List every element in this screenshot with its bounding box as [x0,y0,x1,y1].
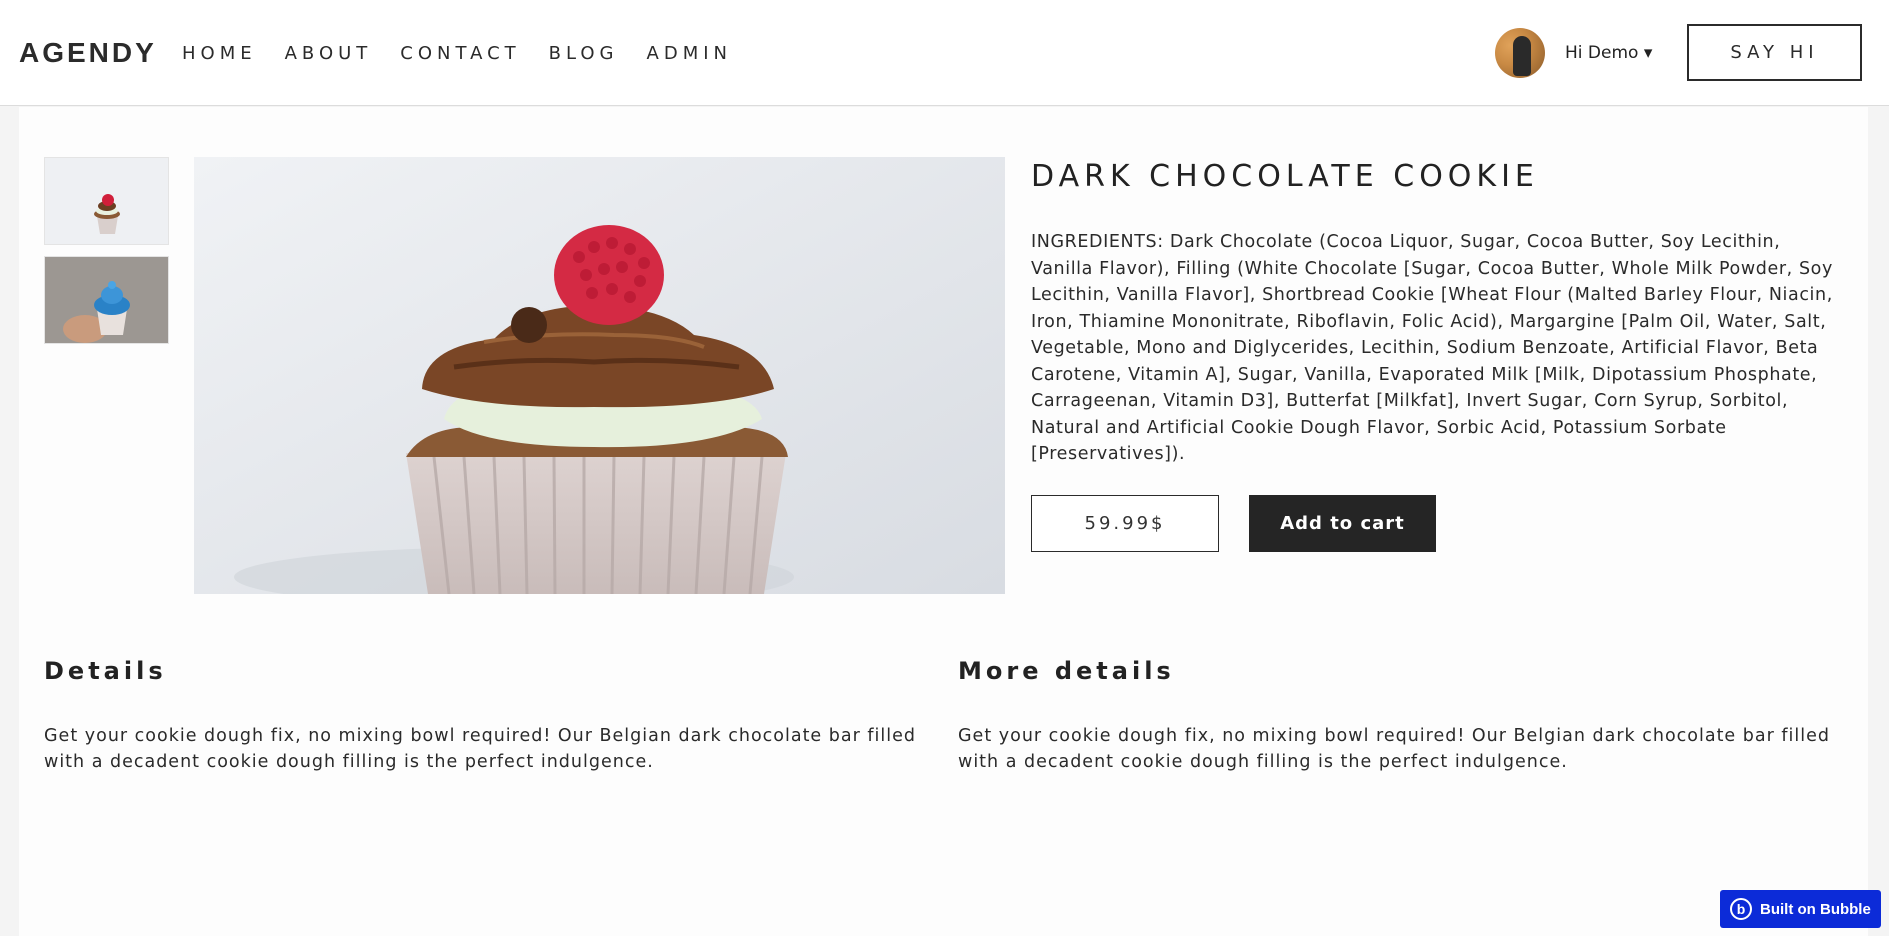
details-heading: Details [44,657,167,685]
nav-item-home[interactable]: HOME [182,43,257,64]
nav-item-blog[interactable]: BLOG [549,43,619,64]
cupcake-thumbnail-image [45,158,168,244]
main-nav: HOME ABOUT CONTACT BLOG ADMIN [182,43,760,64]
product-title: DARK CHOCOLATE COOKIE [1031,159,1539,194]
more-details-heading: More details [958,657,1175,685]
cupcake-image [194,157,1005,594]
product-main-image [194,157,1005,594]
blue-cupcake-thumbnail-image [45,257,168,343]
nav-item-contact[interactable]: CONTACT [400,43,520,64]
product-thumbnail-1[interactable] [44,157,169,245]
more-details-text: Get your cookie dough fix, no mixing bow… [958,726,1830,772]
built-on-bubble-badge[interactable]: b Built on Bubble [1720,890,1881,928]
top-navigation-bar: AGENDY HOME ABOUT CONTACT BLOG ADMIN Hi … [0,0,1889,106]
product-price: 59.99$ [1031,495,1219,552]
nav-item-admin[interactable]: ADMIN [647,43,732,64]
add-to-cart-button[interactable]: Add to cart [1249,495,1436,552]
product-ingredients: INGREDIENTS: Dark Chocolate (Cocoa Liquo… [1031,232,1833,464]
bubble-badge-label: Built on Bubble [1760,900,1871,918]
user-avatar[interactable] [1495,28,1545,78]
user-menu-dropdown[interactable]: Hi Demo ▾ [1565,43,1652,63]
site-logo[interactable]: AGENDY [19,37,157,69]
bubble-logo-icon: b [1730,898,1752,920]
details-text: Get your cookie dough fix, no mixing bow… [44,726,916,772]
nav-item-about[interactable]: ABOUT [285,43,373,64]
say-hi-button[interactable]: SAY HI [1687,24,1862,81]
product-page-content: DARK CHOCOLATE COOKIE INGREDIENTS: Dark … [19,107,1868,936]
product-thumbnail-2[interactable] [44,256,169,344]
